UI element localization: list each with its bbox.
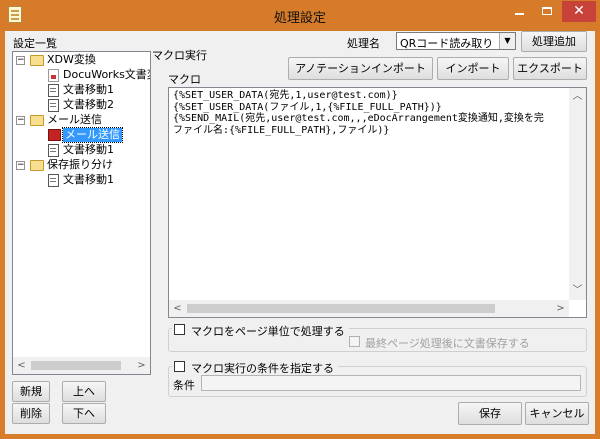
chevron-down-icon[interactable]: ▼ [499,33,515,49]
per-page-checkbox[interactable] [174,324,185,335]
cancel-button[interactable]: キャンセル [525,402,589,425]
tree-item-doc-move-1[interactable]: 文書移動1 [63,143,114,157]
scroll-right-icon[interactable]: > [552,300,569,317]
macro-textarea[interactable]: {%SET_USER_DATA(宛先,1,user@test.com)} {%S… [168,87,587,318]
collapse-toggle[interactable]: − [16,116,25,125]
per-page-checkbox-row[interactable]: マクロをページ単位で処理する [172,323,349,338]
maximize-button[interactable] [534,1,560,22]
tree-item-doc-move-1[interactable]: 文書移動1 [63,83,114,97]
per-page-checkbox-label: マクロをページ単位で処理する [191,325,345,338]
macro-vertical-scrollbar[interactable]: ︿ ﹀ [569,88,586,300]
collapse-toggle[interactable]: − [16,161,25,170]
annotation-import-button[interactable]: アノテーションインポート [288,57,433,80]
document-icon [48,99,59,112]
export-button[interactable]: エクスポート [513,57,587,80]
collapse-toggle[interactable]: − [16,56,25,65]
scroll-thumb[interactable] [31,361,121,370]
process-name-label: 処理名 [347,37,380,50]
minimize-icon [514,13,524,15]
condition-label: 条件 [173,379,195,392]
close-button[interactable]: ✕ [562,1,596,22]
folder-open-icon [30,115,44,126]
new-button[interactable]: 新規 [12,381,50,402]
title-bar[interactable]: 処理設定 ✕ [0,0,600,31]
condition-input[interactable] [201,375,581,391]
tree-item-save-sort[interactable]: 保存振り分け [47,158,113,172]
folder-open-icon [30,160,44,171]
process-name-value: QRコード読み取り [400,37,494,50]
save-button[interactable]: 保存 [458,402,522,425]
folder-open-icon [30,55,44,66]
save-after-last-page-checkbox[interactable] [349,336,360,347]
dialog-body: 設定一覧 − XDW変換 DocuWorks文書変換 文書移動1 文書移動2 −… [5,31,595,434]
tree-item-mail-send[interactable]: メール送信 [47,113,102,127]
scroll-left-icon[interactable]: < [13,357,30,374]
condition-checkbox[interactable] [174,361,185,372]
maximize-icon [542,7,552,15]
macro-horizontal-scrollbar[interactable]: < > [169,300,569,317]
tree-item-docuworks-convert[interactable]: DocuWorks文書変換 [63,68,150,82]
scroll-thumb[interactable] [187,304,495,313]
macro-text: {%SET_USER_DATA(宛先,1,user@test.com)} {%S… [173,90,544,136]
add-process-button[interactable]: 処理追加 [521,31,587,52]
condition-checkbox-label: マクロ実行の条件を指定する [191,362,334,375]
settings-tree[interactable]: − XDW変換 DocuWorks文書変換 文書移動1 文書移動2 − メール送… [12,51,151,375]
move-down-button[interactable]: 下へ [62,403,106,424]
tree-item-mail-send-selected[interactable]: メール送信 [62,127,123,143]
save-after-last-page-label: 最終ページ処理後に文書保存する [365,337,530,350]
document-icon [48,174,59,187]
import-button[interactable]: インポート [437,57,509,80]
docuworks-doc-icon [48,69,59,82]
scroll-up-icon[interactable]: ︿ [569,88,586,105]
process-name-select[interactable]: QRコード読み取り ▼ [396,32,516,50]
settings-list-label: 設定一覧 [13,37,57,50]
delete-button[interactable]: 削除 [12,403,50,424]
scroll-right-icon[interactable]: > [133,357,150,374]
document-icon [48,84,59,97]
close-icon: ✕ [573,3,585,19]
scroll-down-icon[interactable]: ﹀ [569,282,586,299]
tree-item-xdw-convert[interactable]: XDW変換 [47,53,96,67]
tree-horizontal-scrollbar[interactable]: < > [13,357,150,374]
scroll-left-icon[interactable]: < [169,300,186,317]
minimize-button[interactable] [506,1,532,22]
macro-section-label: マクロ実行 [152,49,207,62]
tree-item-doc-move-2[interactable]: 文書移動2 [63,98,114,112]
tree-item-doc-move-1[interactable]: 文書移動1 [63,173,114,187]
processing-settings-window: 処理設定 ✕ 設定一覧 − XDW変換 DocuWorks文書変換 文書移動1 … [0,0,600,439]
move-up-button[interactable]: 上へ [62,381,106,402]
macro-field-label: マクロ [168,73,201,86]
condition-checkbox-row[interactable]: マクロ実行の条件を指定する [172,360,338,375]
mail-icon [48,129,61,141]
document-icon [48,144,59,157]
